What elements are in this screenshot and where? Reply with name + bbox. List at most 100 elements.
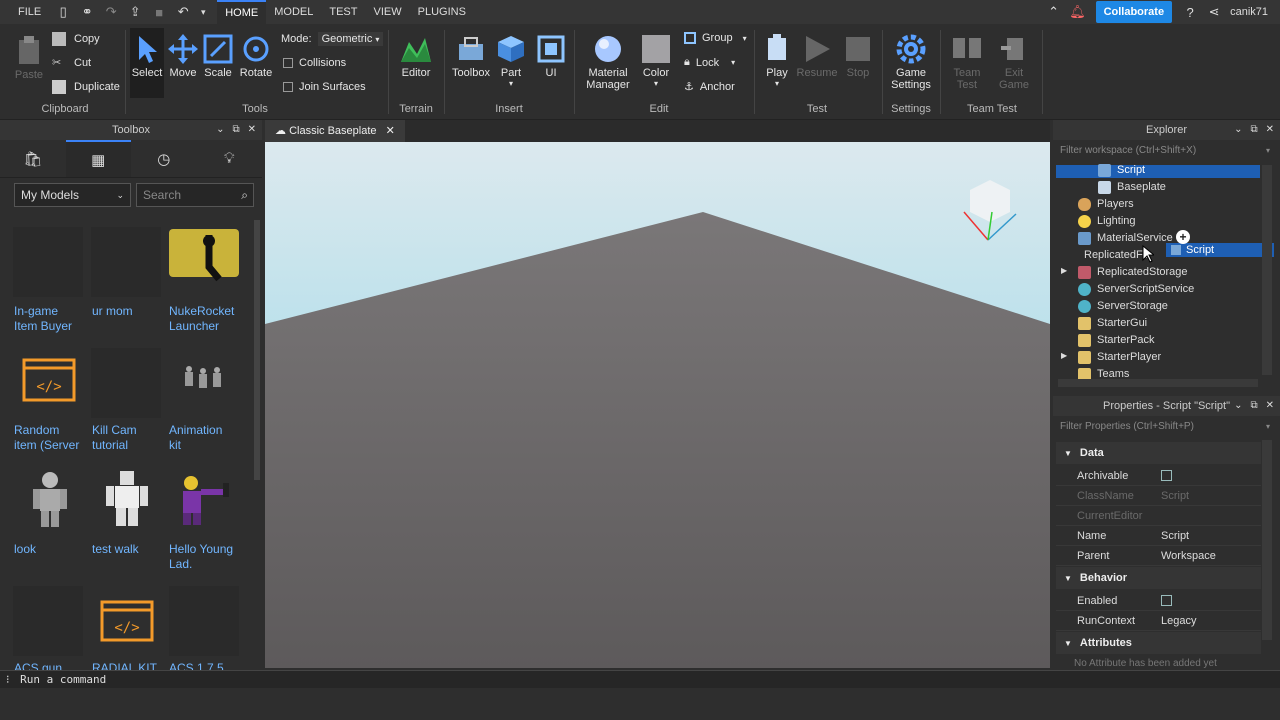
join-surfaces-toggle[interactable]: Join Surfaces <box>283 81 366 93</box>
model-name[interactable]: test walk <box>92 542 162 557</box>
duplicate-button[interactable]: Duplicate <box>52 80 120 94</box>
tree-node-serverstorage[interactable]: ServerStorage <box>1078 298 1168 315</box>
undo-icon[interactable]: ↶ <box>174 3 192 21</box>
nuke-rocket-thumbnail[interactable] <box>169 227 239 297</box>
hello-young-lad-thumbnail[interactable] <box>169 467 239 537</box>
resume-button[interactable]: Resume <box>796 34 838 79</box>
tab-inventory[interactable]: ▦ <box>65 140 131 177</box>
animation-kit-thumbnail[interactable] <box>169 348 239 418</box>
enabled-checkbox[interactable] <box>1161 595 1172 606</box>
expand-arrow-icon[interactable]: ▶ <box>1061 351 1067 360</box>
expand-arrow-icon[interactable]: ▶ <box>1061 266 1067 275</box>
category-behavior[interactable]: ▼ Behavior <box>1056 567 1261 589</box>
join-surfaces-checkbox[interactable] <box>283 82 293 92</box>
close-icon[interactable]: ✕ <box>1266 120 1274 140</box>
tree-node-materialservice[interactable]: MaterialService <box>1078 230 1173 247</box>
material-manager-button[interactable]: Material Manager <box>580 34 636 91</box>
close-icon[interactable]: ✕ <box>386 125 395 137</box>
model-name[interactable]: Random item (Server <box>14 423 84 453</box>
explorer-filter-input[interactable]: Filter workspace (Ctrl+Shift+X) ▾ <box>1056 142 1274 160</box>
tab-test[interactable]: TEST <box>321 0 365 24</box>
category-data[interactable]: ▼ Data <box>1056 442 1261 464</box>
tree-node-players[interactable]: Players <box>1078 196 1134 213</box>
explorer-hscrollbar[interactable] <box>1058 379 1258 387</box>
model-name[interactable]: look <box>14 542 84 557</box>
model-name[interactable]: RADIAL KIT <box>92 661 162 670</box>
model-name[interactable]: NukeRocket Launcher <box>169 304 239 334</box>
anchor-button[interactable]: ⚓︎ Anchor <box>684 80 735 94</box>
team-test-button[interactable]: Team Test <box>946 34 988 91</box>
property-archivable[interactable]: Archivable <box>1056 466 1261 486</box>
script-thumbnail[interactable]: </> <box>13 348 83 418</box>
model-thumbnail[interactable] <box>13 227 83 297</box>
chevron-down-icon[interactable]: ⌄ <box>216 120 224 140</box>
chevron-down-icon[interactable]: ▾ <box>1266 418 1270 436</box>
tab-view[interactable]: VIEW <box>365 0 409 24</box>
tree-node-lighting[interactable]: Lighting <box>1078 213 1136 230</box>
properties-filter-input[interactable]: Filter Properties (Ctrl+Shift+P) ▾ <box>1056 418 1274 436</box>
publish-icon[interactable]: ⇪ <box>126 3 144 21</box>
property-enabled[interactable]: Enabled <box>1056 591 1261 611</box>
explorer-scrollbar[interactable] <box>1262 165 1272 375</box>
redo-arrow-icon[interactable]: ↷ <box>102 3 120 21</box>
undock-icon[interactable]: ⧉ <box>232 120 239 140</box>
command-bar[interactable]: ⁝ Run a command <box>0 670 1280 688</box>
look-thumbnail[interactable] <box>13 467 83 537</box>
ui-button[interactable]: UI <box>535 34 567 79</box>
part-dropdown-icon[interactable]: ▾ <box>495 79 527 88</box>
group-button[interactable]: Group ▾ <box>684 32 747 44</box>
undock-icon[interactable]: ⧉ <box>1250 120 1257 140</box>
toolbox-search-input[interactable]: Search ⌕ <box>136 183 254 207</box>
command-input[interactable]: Run a command <box>20 673 106 686</box>
3d-viewport[interactable] <box>265 142 1050 668</box>
tree-node-starterpack[interactable]: StarterPack <box>1078 332 1154 349</box>
tab-model[interactable]: MODEL <box>266 0 321 24</box>
category-select[interactable]: My Models ⌄ <box>14 183 131 207</box>
test-walk-thumbnail[interactable] <box>91 467 161 537</box>
share-icon[interactable]: ⋖ <box>1205 3 1223 21</box>
properties-scrollbar[interactable] <box>1262 440 1272 640</box>
model-name[interactable]: Hello Young Lad. <box>169 542 239 572</box>
model-name[interactable]: ACS gun <box>14 661 84 670</box>
model-thumbnail[interactable] <box>169 586 239 656</box>
tree-node-baseplate[interactable]: Baseplate <box>1098 179 1166 196</box>
copy-button[interactable]: Copy <box>52 32 100 46</box>
collaborate-button[interactable]: Collaborate <box>1095 1 1173 23</box>
tree-node-serverscriptservice[interactable]: ServerScriptService <box>1078 281 1194 298</box>
play-dropdown-icon[interactable]: ▾ <box>760 79 794 88</box>
category-attributes[interactable]: ▼ Attributes <box>1056 632 1261 654</box>
archivable-checkbox[interactable] <box>1161 470 1172 481</box>
tree-node-startergui[interactable]: StarterGui <box>1078 315 1147 332</box>
chevron-down-icon[interactable]: ▾ <box>1266 142 1270 160</box>
chevron-down-icon[interactable]: ⌄ <box>1234 396 1242 416</box>
close-icon[interactable]: ✕ <box>248 120 256 140</box>
tree-node-replicatedfirst[interactable]: ReplicatedFirst <box>1078 247 1148 264</box>
scale-button[interactable]: Scale <box>201 34 235 79</box>
property-name[interactable]: Name Script <box>1056 526 1261 546</box>
terrain-editor-button[interactable]: Editor <box>396 34 436 79</box>
model-thumbnail[interactable] <box>91 348 161 418</box>
model-thumbnail[interactable] <box>13 586 83 656</box>
collapse-ribbon-icon[interactable]: ⌃ <box>1045 3 1063 21</box>
notification-bell-icon[interactable]: 🔔︎ <box>1069 3 1087 21</box>
close-icon[interactable]: ✕ <box>1266 396 1274 416</box>
model-name[interactable]: Kill Cam tutorial <box>92 423 162 453</box>
color-dropdown-icon[interactable]: ▾ <box>639 79 673 88</box>
radial-kit-thumbnail[interactable]: </> <box>91 586 161 656</box>
new-file-icon[interactable]: ▯ <box>54 3 72 21</box>
part-button[interactable]: Part ▾ <box>495 34 527 88</box>
tree-node-replicatedstorage[interactable]: ReplicatedStorage <box>1078 264 1188 281</box>
tab-creations[interactable]: 💡︎ <box>197 140 263 177</box>
file-menu[interactable]: FILE <box>0 0 51 24</box>
username[interactable]: canik71 <box>1230 6 1268 18</box>
select-button[interactable]: Select <box>130 28 164 98</box>
rotate-button[interactable]: Rotate <box>238 34 274 79</box>
mode-dropdown[interactable]: Geometric ▾ <box>317 32 384 46</box>
color-button[interactable]: Color ▾ <box>639 34 673 88</box>
chevron-down-icon[interactable]: ⌄ <box>1234 120 1242 140</box>
lock-button[interactable]: 🔒︎ Lock ▾ <box>684 56 735 69</box>
model-thumbnail[interactable] <box>91 227 161 297</box>
collisions-toggle[interactable]: Collisions <box>283 57 346 69</box>
paste-button[interactable]: Paste <box>12 34 46 81</box>
help-icon[interactable]: ? <box>1181 3 1199 21</box>
